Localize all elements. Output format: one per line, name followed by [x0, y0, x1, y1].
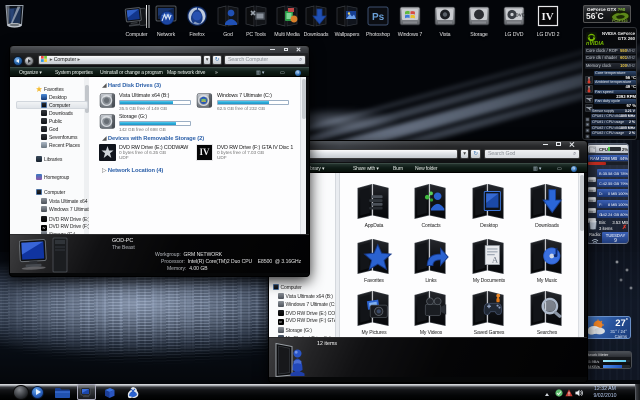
svg-text:IV: IV [542, 11, 554, 23]
svg-text:A: A [492, 255, 499, 265]
svg-text:DVD: DVD [516, 13, 526, 18]
svg-text:Ps: Ps [372, 12, 385, 23]
